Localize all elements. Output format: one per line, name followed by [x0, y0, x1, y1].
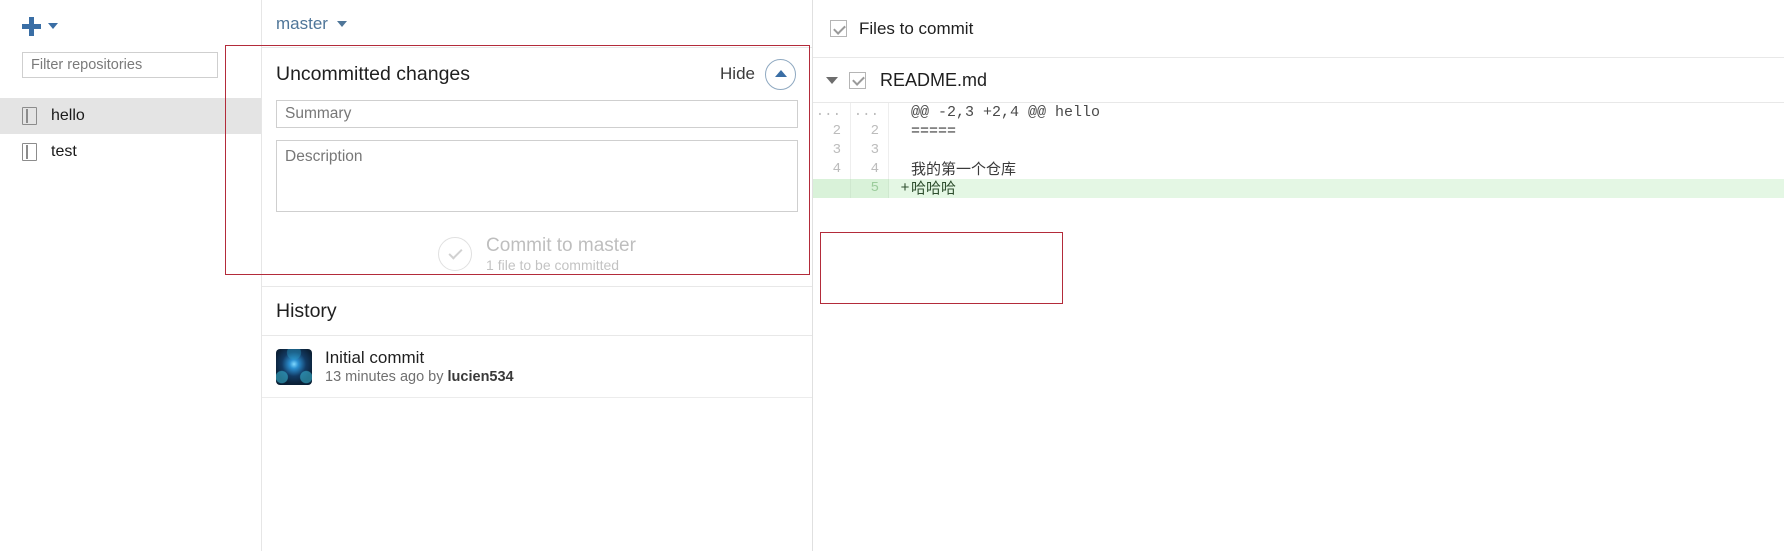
- uncommitted-changes-title: Uncommitted changes: [276, 62, 471, 85]
- files-to-commit-checkbox[interactable]: [830, 20, 847, 37]
- history-list: Initial commit 13 minutes ago by lucien5…: [262, 336, 812, 399]
- diff-sign: [889, 141, 911, 160]
- diff-code: [911, 141, 1784, 160]
- repository-name: hello: [51, 107, 85, 124]
- chevron-down-icon[interactable]: [826, 76, 838, 84]
- uncommitted-changes-header: Uncommitted changes Hide: [262, 48, 812, 100]
- diff-old-line: 2: [813, 122, 851, 141]
- chevron-down-icon: [336, 20, 347, 27]
- check-circle-icon: [438, 237, 473, 271]
- commit-description-input[interactable]: [276, 140, 798, 212]
- diff-new-line: 3: [851, 141, 889, 160]
- diff-sign: +: [900, 180, 910, 197]
- changes-panel: master Uncommitted changes Hide Commit t…: [262, 0, 813, 551]
- diff-sign: [889, 160, 911, 179]
- commit-button-text: Commit to master 1 file to be committed: [486, 235, 636, 274]
- avatar: [276, 348, 312, 385]
- chevron-down-icon: [48, 23, 58, 29]
- filter-repositories-input[interactable]: [22, 52, 218, 78]
- diff-sign: [889, 103, 911, 122]
- history-commit-row[interactable]: Initial commit 13 minutes ago by lucien5…: [262, 336, 812, 399]
- diff-new-line: 5: [851, 179, 889, 198]
- commit-form: [262, 100, 812, 212]
- changed-file-row[interactable]: README.md: [813, 58, 1784, 102]
- plus-icon: [22, 16, 41, 36]
- add-repository-button[interactable]: [22, 16, 58, 36]
- branch-bar: master: [262, 0, 812, 48]
- repository-name: test: [51, 143, 77, 160]
- diff-row-added: 5 + 哈哈哈: [813, 179, 1784, 198]
- hide-button[interactable]: Hide: [720, 58, 796, 90]
- diff-old-line: 3: [813, 141, 851, 160]
- diff-view: ... ... @@ -2,3 +2,4 @@ hello 2 2 ===== …: [813, 102, 1784, 198]
- hide-label: Hide: [720, 64, 755, 83]
- commit-to-master-button[interactable]: Commit to master 1 file to be committed: [262, 222, 812, 286]
- diff-code: @@ -2,3 +2,4 @@ hello: [911, 104, 1101, 121]
- diff-sign: [889, 122, 911, 141]
- chevron-up-glyph: [774, 70, 787, 77]
- diff-old-line: ...: [813, 103, 851, 122]
- repository-icon: [22, 107, 37, 125]
- history-header: History: [262, 286, 812, 336]
- diff-panel: Files to commit README.md ... ... @@ -2,…: [813, 0, 1784, 551]
- commit-byline: 13 minutes ago by lucien534: [325, 368, 514, 386]
- chevron-up-icon: [765, 58, 796, 90]
- github-desktop-window: hello test master Uncommitted changes Hi…: [0, 0, 1784, 551]
- branch-selector[interactable]: master: [276, 14, 347, 34]
- commit-meta: Initial commit 13 minutes ago by lucien5…: [325, 347, 514, 386]
- diff-new-line: 2: [851, 122, 889, 141]
- check-glyph: [447, 244, 463, 260]
- diff-code: 我的第一个仓库: [911, 160, 1017, 178]
- commit-message: Initial commit: [325, 348, 425, 367]
- repository-item-test[interactable]: test: [0, 134, 261, 170]
- diff-new-line: ...: [851, 103, 889, 122]
- diff-row: 3 3: [813, 141, 1784, 160]
- commit-author: lucien534: [447, 369, 514, 386]
- branch-name: master: [276, 13, 328, 33]
- sidebar-toolbar: [0, 0, 261, 52]
- commit-button-title: Commit to master: [486, 234, 636, 256]
- diff-row: 4 4 我的第一个仓库: [813, 160, 1784, 179]
- repository-icon: [22, 143, 37, 161]
- file-checkbox[interactable]: [849, 71, 866, 89]
- commit-time: 13 minutes ago by: [325, 369, 448, 386]
- diff-old-line: [813, 179, 851, 198]
- repository-sidebar: hello test: [0, 0, 262, 551]
- diff-code: 哈哈哈: [911, 179, 957, 197]
- diff-code: =====: [911, 123, 957, 140]
- diff-old-line: 4: [813, 160, 851, 179]
- diff-row: 2 2 =====: [813, 122, 1784, 141]
- filter-repositories-wrap: [0, 52, 261, 78]
- diff-row: ... ... @@ -2,3 +2,4 @@ hello: [813, 103, 1784, 122]
- commit-summary-input[interactable]: [276, 100, 798, 128]
- files-to-commit-label: Files to commit: [859, 18, 974, 38]
- commit-button-subtitle: 1 file to be committed: [486, 256, 620, 273]
- diff-new-line: 4: [851, 160, 889, 179]
- file-name: README.md: [880, 69, 988, 90]
- repository-list: hello test: [0, 98, 261, 170]
- files-to-commit-header: Files to commit: [813, 0, 1784, 58]
- repository-item-hello[interactable]: hello: [0, 98, 261, 134]
